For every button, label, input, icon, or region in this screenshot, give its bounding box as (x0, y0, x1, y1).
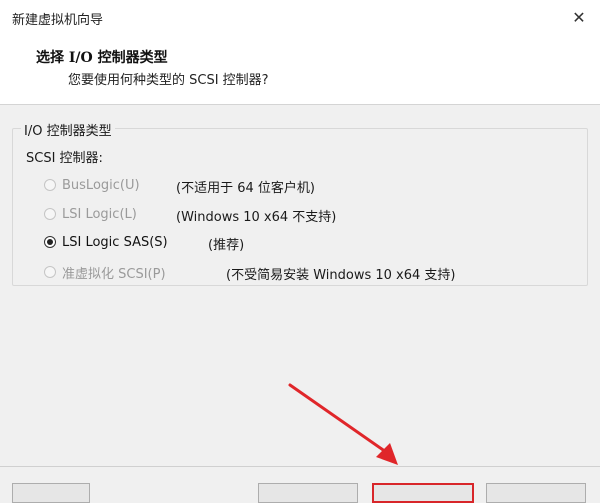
scsi-controller-label: SCSI 控制器: (26, 151, 103, 166)
option-note: (不适用于 64 位客户机) (176, 181, 315, 196)
help-button[interactable] (12, 483, 90, 503)
radio-indicator (44, 208, 56, 220)
radio-lsi-logic-sas[interactable]: LSI Logic SAS(S) (44, 232, 168, 252)
window-title: 新建虚拟机向导 (12, 13, 104, 28)
close-button[interactable]: ✕ (564, 4, 594, 30)
next-button[interactable] (372, 483, 474, 503)
page-subtitle: 您要使用何种类型的 SCSI 控制器? (68, 73, 269, 88)
page-title: 选择 I/O 控制器类型 (36, 50, 168, 66)
radio-label: BusLogic(U) (62, 177, 140, 193)
radio-paravirtual-scsi[interactable]: 准虚拟化 SCSI(P) (44, 262, 166, 282)
close-icon: ✕ (572, 7, 586, 27)
arrow-head (376, 443, 398, 465)
radio-label: LSI Logic SAS(S) (62, 234, 168, 250)
radio-buslogic[interactable]: BusLogic(U) (44, 175, 140, 195)
back-button[interactable] (258, 483, 358, 503)
radio-indicator (44, 179, 56, 191)
radio-label: LSI Logic(L) (62, 206, 137, 222)
group-legend: I/O 控制器类型 (21, 120, 115, 139)
radio-indicator-selected (44, 236, 56, 248)
option-note: (不受简易安装 Windows 10 x64 支持) (226, 268, 456, 283)
cancel-button[interactable] (486, 483, 586, 503)
wizard-header: 选择 I/O 控制器类型 您要使用何种类型的 SCSI 控制器? (0, 34, 600, 105)
option-note: (Windows 10 x64 不支持) (176, 210, 337, 225)
radio-lsi-logic[interactable]: LSI Logic(L) (44, 204, 137, 224)
title-bar: 新建虚拟机向导 ✕ (0, 0, 600, 34)
radio-label: 准虚拟化 SCSI(P) (62, 266, 166, 282)
radio-indicator (44, 266, 56, 278)
arrow-shaft (288, 383, 388, 454)
option-note: (推荐) (208, 238, 245, 253)
